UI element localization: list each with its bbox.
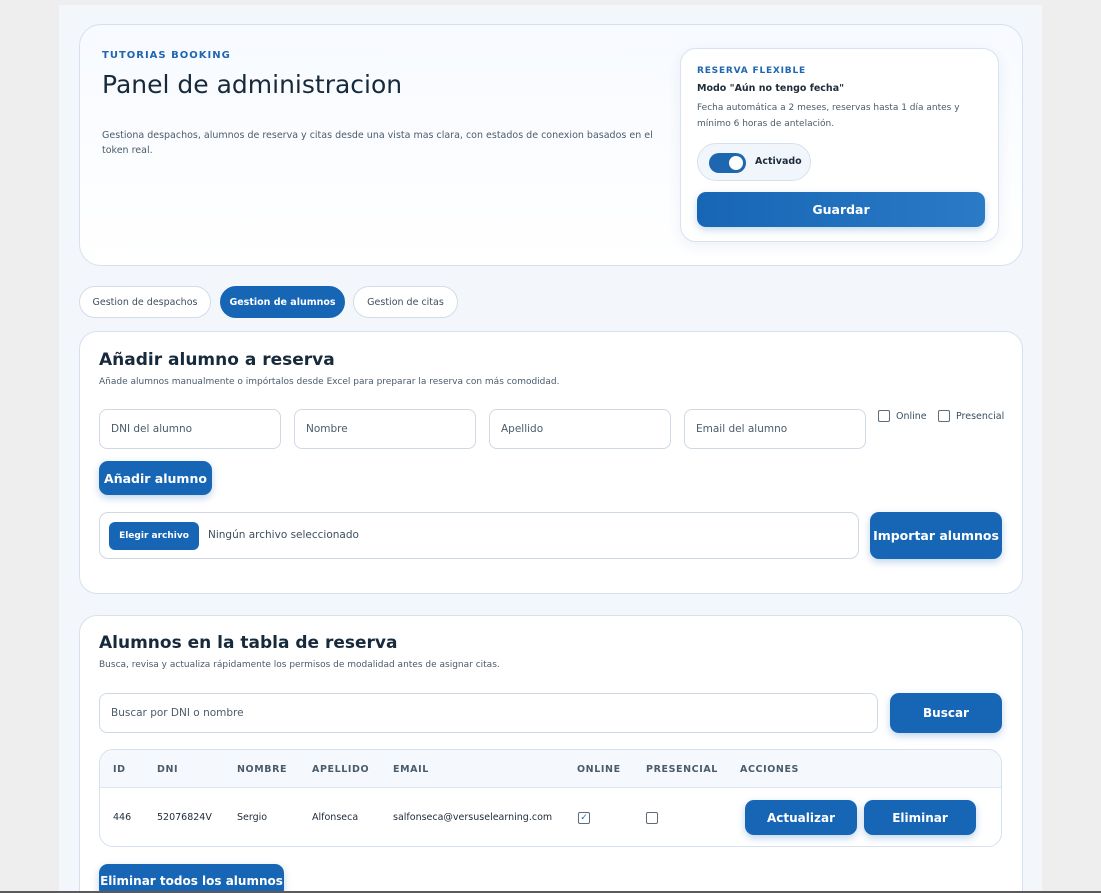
add-student-title: Añadir alumno a reserva xyxy=(99,350,335,370)
delete-all-button[interactable]: Eliminar todos los alumnos xyxy=(99,864,284,893)
surname-input[interactable]: Apellido xyxy=(489,409,671,449)
hero-eyebrow: TUTORIAS BOOKING xyxy=(102,50,231,61)
cell-nombre: Sergio xyxy=(237,812,268,823)
cell-apellido: Alfonseca xyxy=(312,812,359,823)
flexible-mode-label: Modo "Aún no tengo fecha" xyxy=(697,83,845,94)
col-id: ID xyxy=(113,764,126,775)
presencial-checkbox[interactable] xyxy=(938,410,950,422)
delete-button[interactable]: Eliminar xyxy=(864,800,976,835)
cell-id: 446 xyxy=(113,812,132,823)
tab-despachos[interactable]: Gestion de despachos xyxy=(79,286,211,318)
dni-input[interactable]: DNI del alumno xyxy=(99,409,281,449)
page-title: Panel de administracion xyxy=(102,70,403,99)
students-list-card: Alumnos en la tabla de reserva Busca, re… xyxy=(79,615,1023,893)
update-button[interactable]: Actualizar xyxy=(745,800,857,835)
tab-alumnos[interactable]: Gestion de alumnos xyxy=(220,286,345,318)
col-online: ONLINE xyxy=(577,764,621,775)
col-email: EMAIL xyxy=(393,764,429,775)
students-list-title: Alumnos en la tabla de reserva xyxy=(99,633,398,653)
add-student-button[interactable]: Añadir alumno xyxy=(99,461,212,495)
choose-file-button[interactable]: Elegir archivo xyxy=(109,522,199,550)
email-input[interactable]: Email del alumno xyxy=(684,409,866,449)
save-button[interactable]: Guardar xyxy=(697,192,985,227)
presencial-label: Presencial xyxy=(956,410,1005,422)
add-student-subtitle: Añade alumnos manualmente o impórtalos d… xyxy=(99,377,560,387)
toggle-label: Activado xyxy=(755,156,802,167)
students-table: ID DNI NOMBRE APELLIDO EMAIL ONLINE PRES… xyxy=(99,749,1002,847)
online-checkbox[interactable] xyxy=(878,410,890,422)
col-dni: DNI xyxy=(157,764,179,775)
add-student-card: Añadir alumno a reserva Añade alumnos ma… xyxy=(79,331,1023,594)
flexible-toggle[interactable] xyxy=(709,153,746,173)
import-students-button[interactable]: Importar alumnos xyxy=(870,512,1002,559)
tab-citas[interactable]: Gestion de citas xyxy=(353,286,458,318)
file-status: Ningún archivo seleccionado xyxy=(208,529,359,541)
cell-email: salfonseca@versuselearning.com xyxy=(393,812,553,823)
name-input[interactable]: Nombre xyxy=(294,409,476,449)
presencial-option: Presencial xyxy=(938,410,1004,422)
hero-description: Gestiona despachos, alumnos de reserva y… xyxy=(102,130,653,156)
col-acciones: ACCIONES xyxy=(740,764,799,775)
flexible-mode-description: Fecha automática a 2 meses, reservas has… xyxy=(697,103,960,129)
admin-page: TUTORIAS BOOKING Panel de administracion… xyxy=(59,5,1042,893)
flexible-toggle-container: Activado xyxy=(697,143,811,181)
row-online-checkbox[interactable]: ✓ xyxy=(578,812,590,824)
hero-panel: TUTORIAS BOOKING Panel de administracion… xyxy=(79,24,1023,266)
file-picker: Elegir archivo Ningún archivo selecciona… xyxy=(99,512,859,559)
col-presencial: PRESENCIAL xyxy=(646,764,718,775)
toggle-knob xyxy=(729,156,743,170)
students-list-subtitle: Busca, revisa y actualiza rápidamente lo… xyxy=(99,660,500,670)
online-label: Online xyxy=(896,410,927,422)
row-presencial-checkbox[interactable] xyxy=(646,812,658,824)
search-input[interactable]: Buscar por DNI o nombre xyxy=(99,693,878,733)
online-option: Online xyxy=(878,410,927,422)
col-nombre: NOMBRE xyxy=(237,764,288,775)
search-button[interactable]: Buscar xyxy=(890,693,1002,733)
table-header: ID DNI NOMBRE APELLIDO EMAIL ONLINE PRES… xyxy=(100,750,1001,788)
flexible-booking-card: RESERVA FLEXIBLE Modo "Aún no tengo fech… xyxy=(680,48,999,242)
flexible-booking-eyebrow: RESERVA FLEXIBLE xyxy=(697,66,806,76)
col-apellido: APELLIDO xyxy=(312,764,370,775)
cell-dni: 52076824V xyxy=(157,812,212,823)
